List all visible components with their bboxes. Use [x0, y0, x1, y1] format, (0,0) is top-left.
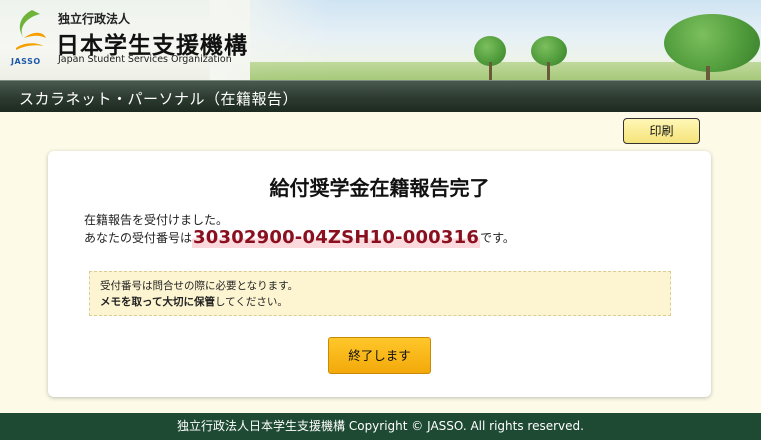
page-title: 給付奨学金在籍報告完了	[269, 176, 490, 200]
site-header: JASSO 独立行政法人 日本学生支援機構 Japan Student Serv…	[0, 0, 761, 80]
logo-text: JASSO	[11, 57, 41, 66]
service-title: スカラネット・パーソナル（在籍報告）	[19, 90, 299, 108]
notice-box: 受付番号は問合せの際に必要となります。 メモを取って大切に保管してください。	[89, 271, 671, 316]
print-button[interactable]: 印刷	[623, 118, 700, 144]
tree-illustration	[527, 36, 571, 80]
notice-line-1: 受付番号は問合せの際に必要となります。	[100, 280, 299, 292]
finish-button[interactable]: 終了します	[328, 337, 431, 374]
receipt-message: あなたの受付番号は30302900-04ZSH10-000316です。	[84, 227, 515, 248]
notice-line-2: メモを取って大切に保管してください。	[100, 294, 660, 310]
jasso-logo-icon	[16, 10, 46, 50]
tree-illustration	[470, 36, 510, 80]
notice-emphasis: メモを取って大切に保管	[100, 296, 215, 308]
receipt-prefix: あなたの受付番号は	[84, 231, 193, 245]
completion-card: 給付奨学金在籍報告完了 在籍報告を受付けました。 あなたの受付番号は303029…	[48, 151, 711, 397]
accepted-message: 在籍報告を受付けました。	[84, 213, 229, 227]
tree-illustration	[660, 14, 760, 80]
footer-copyright: 独立行政法人日本学生支援機構 Copyright © JASSO. All ri…	[0, 413, 761, 440]
receipt-suffix: です。	[480, 231, 515, 245]
org-type: 独立行政法人	[58, 12, 131, 26]
notice-rest: してください。	[214, 296, 288, 308]
org-name-en: Japan Student Services Organization	[58, 54, 232, 65]
service-title-bar: スカラネット・パーソナル（在籍報告）	[0, 80, 761, 112]
receipt-number: 30302900-04ZSH10-000316	[192, 227, 481, 248]
